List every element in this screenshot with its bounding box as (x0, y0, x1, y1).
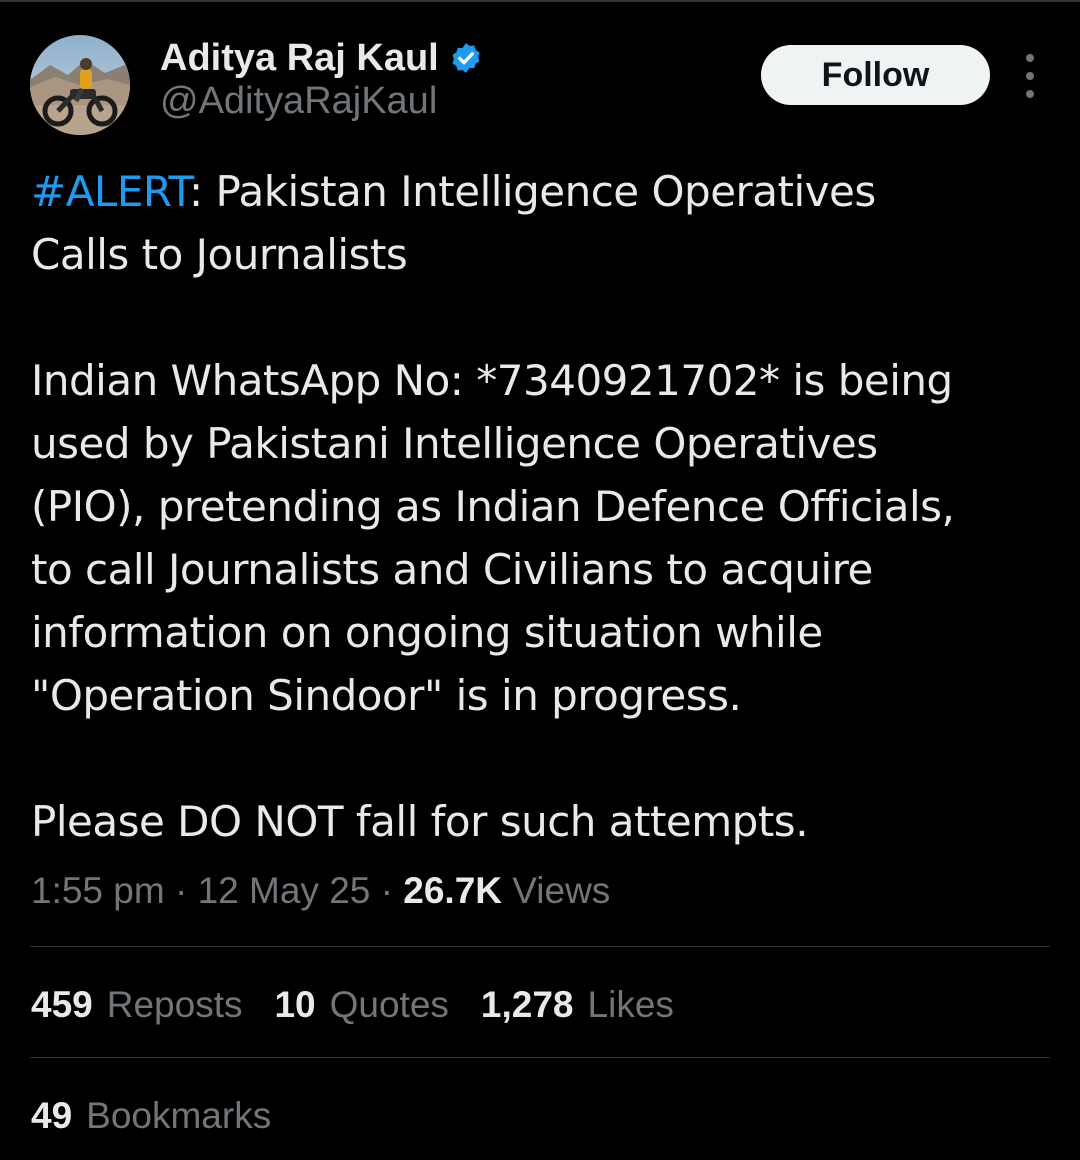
tweet-time[interactable]: 1:55 pm (31, 870, 165, 911)
tweet-card: Aditya Raj Kaul @AdityaRajKaul Follow #A… (0, 0, 1080, 1160)
tweet-text: #ALERT: Pakistan Intelligence Operatives… (31, 160, 1051, 853)
meta-separator: · (164, 870, 198, 911)
reposts-stat[interactable]: 459 Reposts (31, 984, 242, 1026)
bookmarks-stat[interactable]: 49 Bookmarks (31, 1091, 271, 1141)
divider (30, 946, 1050, 947)
more-vertical-icon (1026, 54, 1034, 62)
reposts-label: Reposts (106, 984, 243, 1025)
tweet-meta: 1:55 pm · 12 May 25 · 26.7K Views (31, 866, 610, 916)
tweet-line: Calls to Journalists (31, 230, 408, 279)
author-display-name[interactable]: Aditya Raj Kaul (160, 37, 439, 80)
tweet-line: #ALERT: Pakistan Intelligence Operatives (31, 160, 1051, 223)
quotes-count: 10 (274, 984, 316, 1025)
tweet-line-text: : Pakistan Intelligence Operatives (189, 167, 876, 216)
more-options-button[interactable] (1010, 54, 1050, 98)
tweet-line: (PIO), pretending as Indian Defence Offi… (31, 482, 955, 531)
reposts-count: 459 (31, 984, 93, 1025)
likes-stat[interactable]: 1,278 Likes (481, 984, 674, 1026)
hashtag-link[interactable]: #ALERT (31, 167, 190, 216)
author-handle[interactable]: @AdityaRajKaul (160, 80, 437, 123)
tweet-line: information on ongoing situation while (31, 608, 823, 657)
likes-count: 1,278 (480, 984, 574, 1025)
follow-button[interactable]: Follow (761, 45, 990, 105)
top-divider (0, 0, 1080, 2)
quotes-label: Quotes (329, 984, 449, 1025)
avatar-photo-icon (30, 35, 130, 135)
author-name-row[interactable]: Aditya Raj Kaul (160, 32, 483, 84)
views-count: 26.7K (403, 870, 502, 911)
tweet-line: "Operation Sindoor" is in progress. (31, 671, 742, 720)
engagement-stats: 459 Reposts 10 Quotes 1,278 Likes (31, 980, 706, 1030)
meta-separator: · (370, 870, 404, 911)
tweet-line: Indian WhatsApp No: *7340921702* is bein… (31, 356, 953, 405)
tweet-date[interactable]: 12 May 25 (198, 870, 371, 911)
views-label: Views (512, 870, 611, 911)
verified-badge-icon (452, 43, 480, 73)
tweet-line: Please DO NOT fall for such attempts. (31, 797, 809, 846)
bookmarks-count: 49 (31, 1095, 73, 1136)
tweet-line: used by Pakistani Intelligence Operative… (31, 419, 878, 468)
bookmarks-label: Bookmarks (86, 1095, 272, 1136)
divider (30, 1057, 1050, 1058)
likes-label: Likes (587, 984, 674, 1025)
avatar[interactable] (30, 35, 130, 135)
quotes-stat[interactable]: 10 Quotes (274, 984, 448, 1026)
tweet-line: to call Journalists and Civilians to acq… (31, 545, 873, 594)
